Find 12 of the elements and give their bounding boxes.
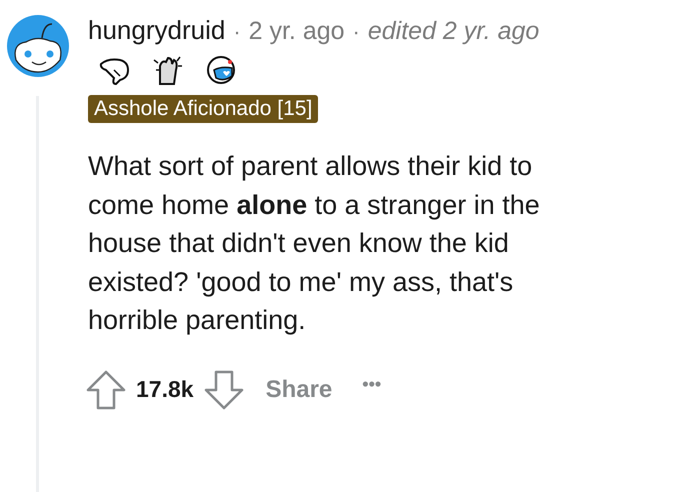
upvote-button[interactable] xyxy=(84,368,128,412)
timestamp[interactable]: 2 yr. ago xyxy=(248,15,345,47)
separator-dot: · xyxy=(352,18,360,46)
user-flair: Asshole Aficionado [15] xyxy=(88,95,318,123)
vote-count: 17.8k xyxy=(136,375,194,404)
share-button[interactable]: Share xyxy=(266,372,332,408)
avatar-icon[interactable] xyxy=(6,14,70,78)
username[interactable]: hungrydruid xyxy=(88,14,226,46)
edited-note: edited 2 yr. ago xyxy=(368,16,540,47)
comment-text: What sort of parent allows their kid to come home alone to a stranger in the house that didn't even know the kid existed? 'good to me' my ass, that's horrible parenting. xyxy=(88,150,541,337)
separator-dot: · xyxy=(233,18,241,46)
more-options-button[interactable]: ••• xyxy=(362,371,382,398)
